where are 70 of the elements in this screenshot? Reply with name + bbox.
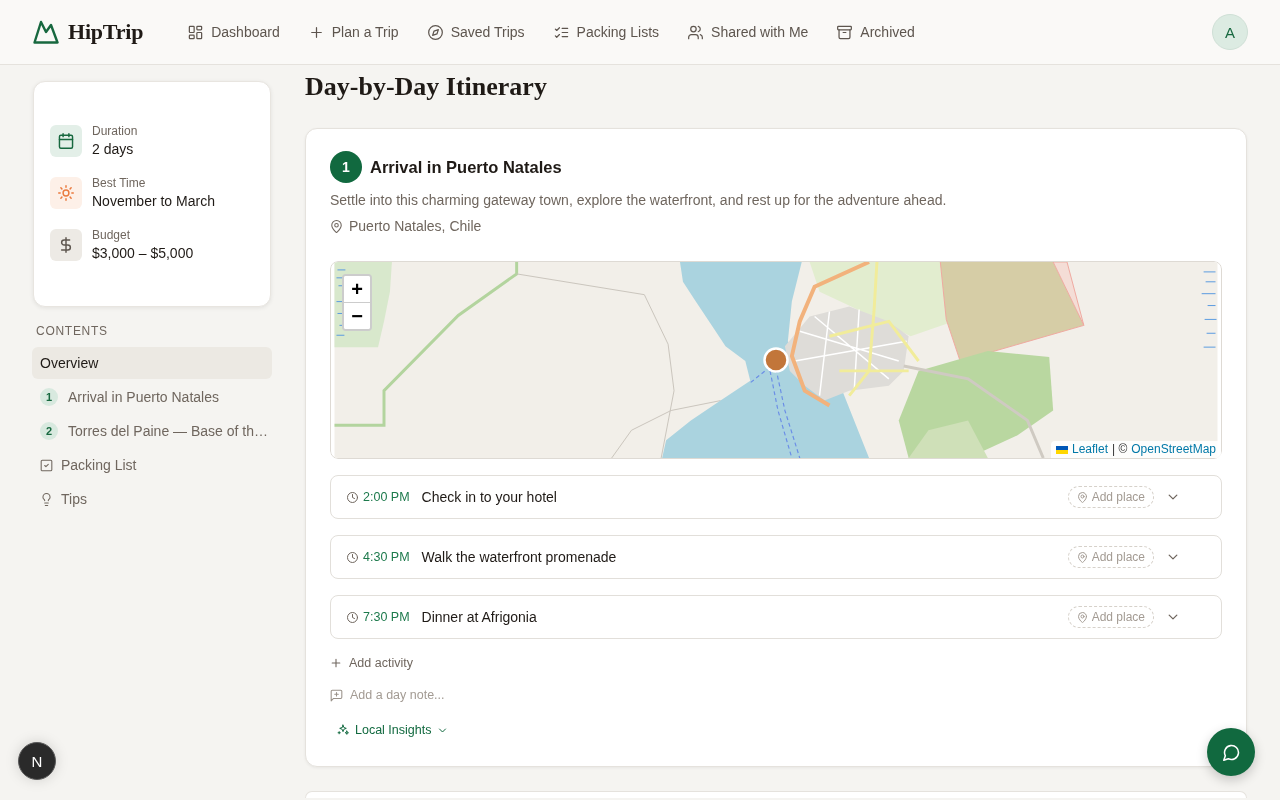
plus-icon [330,657,342,669]
user-avatar[interactable]: A [1212,14,1248,50]
day-note-field[interactable]: Add a day note... [350,687,480,703]
day-number-badge: 2 [40,422,58,440]
chat-bubble-icon [1222,743,1240,761]
leaflet-link[interactable]: Leaflet [1071,441,1108,458]
calendar-icon [50,125,82,157]
activity-time: 7:30 PM [363,610,410,624]
nav-link[interactable]: Plan a Trip [308,20,399,44]
fact-value: November to March [92,192,215,211]
sparkles-icon [337,724,349,736]
openstreetmap-link[interactable]: OpenStreetMap [1131,441,1216,458]
chat-button[interactable] [1207,728,1255,776]
day-description: Settle into this charming gateway town, explore the waterfront, and rest up for the adventure ahead. [330,191,948,210]
contents-link[interactable]: Packing List [32,449,272,481]
fact-value: $3,000 – $5,000 [92,244,194,263]
dev-tools-badge[interactable]: N [18,742,56,780]
fact-label: Duration [92,123,138,139]
nav-link[interactable]: Dashboard [188,20,280,44]
compass-icon [427,24,443,40]
app-name[interactable]: HipTrip [68,19,144,45]
mountain-logo-icon[interactable] [33,20,59,44]
contents-link[interactable]: 2 Torres del Paine — Base of th… [32,415,272,447]
activity-title: Check in to your hotel [421,489,557,505]
dollar-icon [50,229,82,261]
attribution-separator: | © [1112,441,1128,458]
location-pin-icon [330,219,343,233]
checklist-icon [553,24,569,40]
flag-icon [1055,445,1068,454]
location-pin-icon [1076,551,1088,563]
activity-title: Dinner at Afrigonia [421,609,537,625]
day-number-badge: 1 [40,388,58,406]
clock-icon [347,551,358,563]
day-location: Puerto Natales, Chile [349,217,482,236]
activity-time: 4:30 PM [363,550,410,564]
fact-label: Best Time [92,175,147,191]
activity-time: 2:00 PM [363,490,410,504]
clock-icon [347,611,358,623]
contents-link[interactable]: 1 Arrival in Puerto Natales [32,381,272,413]
add-activity-button[interactable]: Add activity [330,655,413,671]
lightbulb-icon [40,492,53,506]
location-pin-icon [1076,491,1088,503]
local-insights-button[interactable]: Local Insights [330,718,456,742]
location-pin-icon [1076,611,1088,623]
plus-icon [308,24,324,40]
nav-link[interactable]: Packing Lists [553,20,660,44]
sun-icon [50,177,82,209]
activity-card[interactable]: 4:30 PM Walk the waterfront promenade Add place [330,535,1222,579]
contents-link[interactable]: Overview [32,347,272,379]
itinerary-heading: Day-by-Day Itinerary [305,71,548,103]
message-plus-icon [330,688,343,702]
zoom-in-button[interactable]: + [344,276,370,303]
nav-link[interactable]: Saved Trips [427,20,525,44]
checkbox-icon [40,458,53,472]
nav-link[interactable]: Archived [837,20,915,44]
map-marker-icon[interactable] [763,347,789,373]
nav-link[interactable]: Shared with Me [688,20,809,44]
activity-card[interactable]: 2:00 PM Check in to your hotel Add place [330,475,1222,519]
activity-title: Walk the waterfront promenade [421,549,617,565]
day-number-badge: 1 [330,151,362,183]
archive-box-icon [837,24,853,40]
users-icon [688,24,704,40]
grid-icon [188,24,204,40]
contents-link[interactable]: Tips [32,483,272,515]
day-title: Arrival in Puerto Natales [370,157,562,177]
contents-heading: CONTENTS [36,324,109,338]
activity-card[interactable]: 7:30 PM Dinner at Afrigonia Add place [330,595,1222,639]
fact-label: Budget [92,227,132,243]
clock-icon [347,491,358,503]
fact-value: 2 days [92,140,135,159]
